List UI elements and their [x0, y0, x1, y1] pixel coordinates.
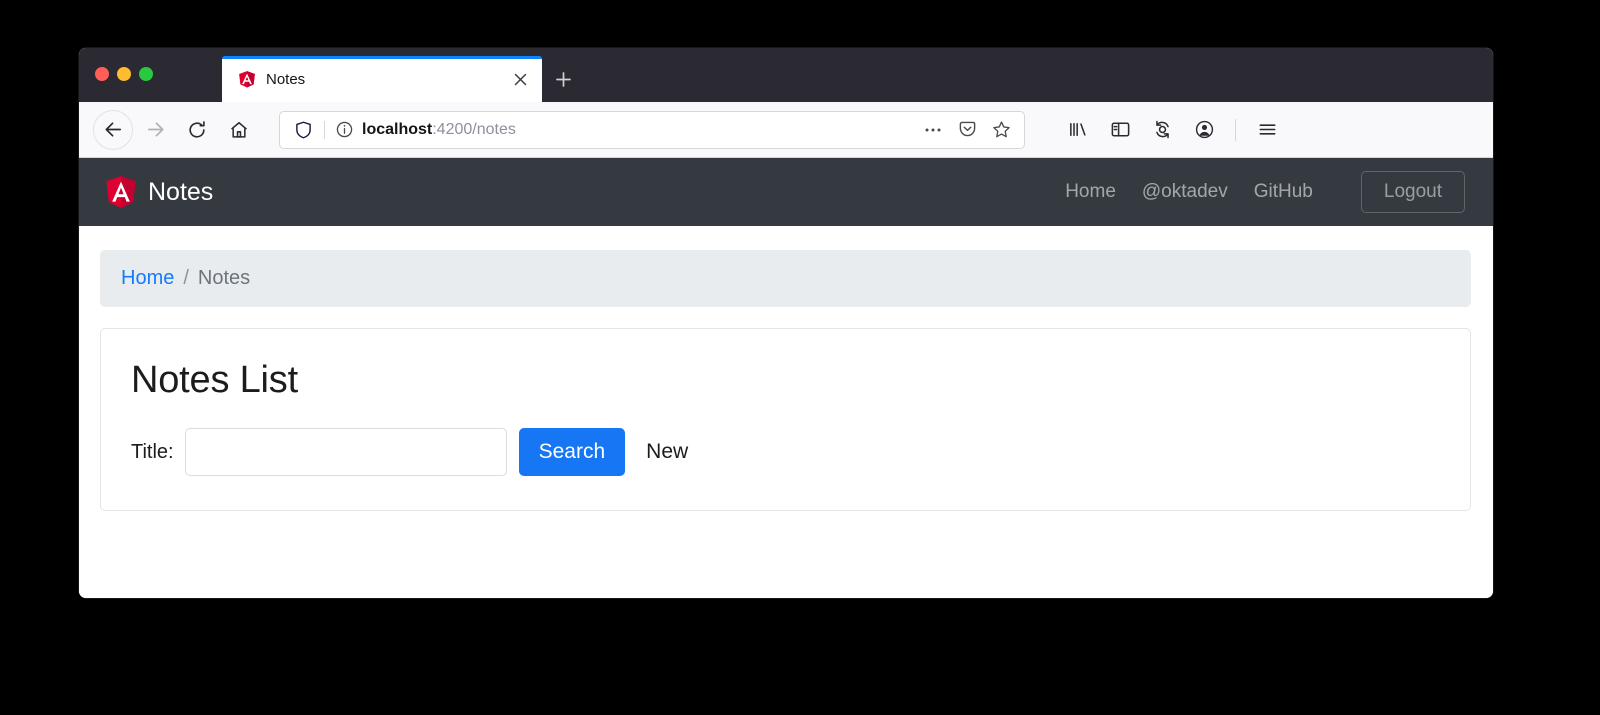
shield-icon[interactable] [290, 121, 316, 139]
reload-icon [189, 120, 205, 138]
url-bar[interactable]: localhost:4200/notes [279, 110, 1025, 149]
browser-toolbar: localhost:4200/notes [79, 102, 1493, 158]
tab-close-icon[interactable] [508, 67, 532, 91]
breadcrumb: Home / Notes [100, 250, 1471, 307]
page-title: Notes List [131, 359, 298, 401]
back-arrow-icon [104, 122, 121, 137]
window-traffic-lights [95, 67, 153, 81]
tab-strip: Notes [222, 48, 584, 102]
window-close-button[interactable] [95, 67, 109, 81]
logout-button[interactable]: Logout [1360, 171, 1465, 213]
forward-button[interactable] [135, 110, 175, 150]
navbar-brand[interactable]: Notes [105, 175, 213, 209]
urlbar-actions [918, 115, 1016, 145]
hamburger-menu-icon[interactable] [1248, 111, 1286, 149]
title-label: Title: [131, 440, 174, 463]
search-button[interactable]: Search [518, 428, 626, 476]
breadcrumb-separator: / [183, 267, 189, 289]
forward-arrow-icon [147, 122, 164, 137]
browser-window: Notes localhost:4200/notes Notes Home @o… [79, 48, 1493, 598]
angular-logo-icon [239, 71, 255, 88]
tab-title: Notes [266, 70, 306, 88]
toolbar-divider [1235, 118, 1236, 141]
back-button[interactable] [93, 109, 133, 150]
app-navbar: Notes Home @oktadev GitHub Logout [79, 158, 1493, 226]
browser-tab-notes[interactable]: Notes [222, 56, 542, 102]
urlbar-divider [324, 120, 325, 139]
sync-icon[interactable] [1143, 111, 1181, 149]
notes-card: Notes List Title: Search New [100, 328, 1471, 511]
window-minimize-button[interactable] [117, 67, 131, 81]
plus-icon [555, 71, 571, 87]
browser-titlebar: Notes [79, 48, 1493, 102]
breadcrumb-link-home[interactable]: Home [121, 267, 174, 290]
page-container: Home / Notes Notes List Title: Search Ne… [79, 226, 1493, 511]
url-host: localhost [362, 120, 433, 138]
new-tab-button[interactable] [542, 56, 584, 102]
star-icon[interactable] [986, 115, 1016, 145]
reload-button[interactable] [177, 110, 217, 150]
browser-toolbar-right [1059, 111, 1286, 149]
new-note-link[interactable]: New [646, 440, 688, 464]
title-search-input[interactable] [184, 428, 507, 476]
nav-link-github[interactable]: GitHub [1254, 181, 1313, 203]
url-text[interactable]: localhost:4200/notes [355, 121, 918, 139]
home-button[interactable] [219, 110, 259, 150]
account-icon[interactable] [1185, 111, 1223, 149]
angular-logo-icon [106, 176, 136, 208]
page-content: Notes Home @oktadev GitHub Logout Home /… [79, 158, 1493, 598]
pocket-icon[interactable] [952, 115, 982, 145]
nav-link-home[interactable]: Home [1065, 181, 1116, 203]
navbar-brand-label: Notes [148, 177, 214, 206]
info-icon[interactable] [333, 121, 355, 138]
window-maximize-button[interactable] [139, 67, 153, 81]
library-icon[interactable] [1059, 111, 1097, 149]
navbar-links: Home @oktadev GitHub Logout [1065, 171, 1465, 213]
ellipsis-icon[interactable] [918, 115, 948, 145]
sidebar-icon[interactable] [1101, 111, 1139, 149]
search-form: Title: Search New [131, 428, 1440, 476]
home-icon [231, 121, 247, 138]
breadcrumb-current: Notes [197, 267, 251, 289]
nav-link-oktadev[interactable]: @oktadev [1142, 181, 1228, 203]
url-path: :4200/notes [432, 120, 516, 138]
